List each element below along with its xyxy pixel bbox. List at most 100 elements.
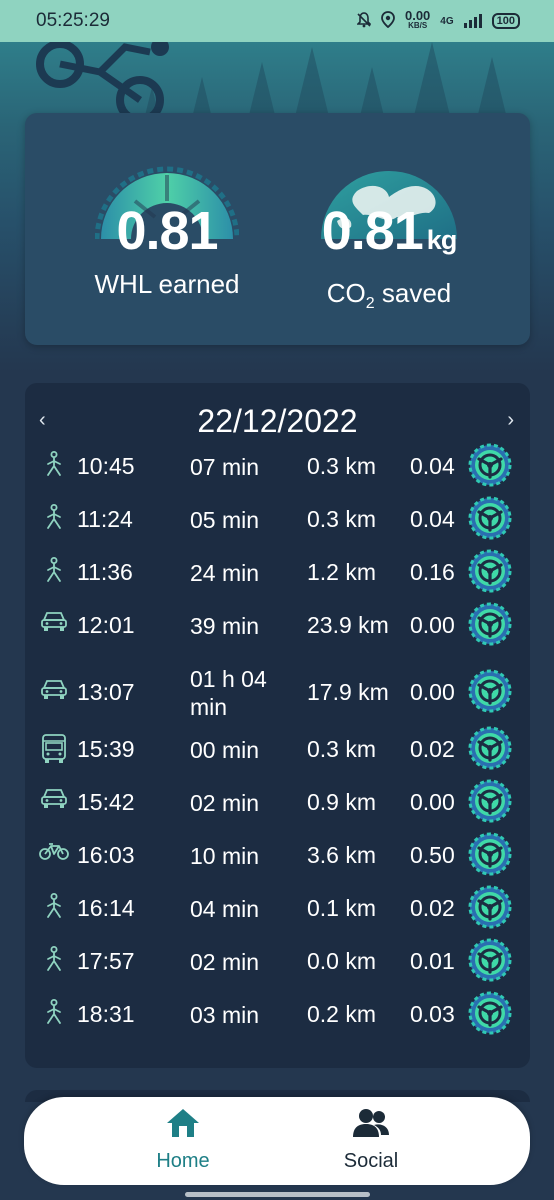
wheel-token-icon bbox=[468, 549, 512, 599]
users-icon bbox=[353, 1109, 389, 1137]
trip-distance: 3.6 km bbox=[307, 842, 377, 868]
trip-reward: 0.03 bbox=[410, 1001, 455, 1027]
co2-label-subscript: 2 bbox=[365, 295, 375, 313]
stats-card: 0.81 WHL earned 0.81 kg CO2 saved bbox=[25, 113, 530, 345]
walk-mode-icon bbox=[39, 451, 69, 483]
trip-distance: 0.1 km bbox=[307, 895, 377, 921]
walk-mode-icon bbox=[39, 504, 69, 536]
trip-reward: 0.01 bbox=[410, 948, 455, 974]
whl-earned-value: 0.81 bbox=[116, 201, 218, 261]
network-speed: 0.00 KB/S bbox=[404, 8, 431, 31]
co2-saved-unit: kg bbox=[426, 225, 457, 255]
trip-duration: 02 min bbox=[190, 949, 260, 975]
status-icons: 0.00 KB/S 4G 100 bbox=[356, 8, 520, 31]
wheel-token-icon bbox=[468, 991, 512, 1041]
wheel-token-icon bbox=[468, 602, 512, 652]
car-mode-icon bbox=[39, 610, 69, 638]
location-icon bbox=[381, 11, 395, 31]
trip-distance: 0.3 km bbox=[307, 453, 377, 479]
trip-distance: 0.2 km bbox=[307, 1001, 377, 1027]
network-speed-unit: KB/S bbox=[408, 21, 428, 30]
trip-time: 11:36 bbox=[77, 559, 133, 585]
nav-home-label: Home bbox=[156, 1150, 210, 1172]
trip-reward: 0.02 bbox=[410, 736, 455, 762]
trip-reward: 0.00 bbox=[410, 679, 455, 705]
trip-duration: 10 min bbox=[190, 843, 260, 869]
whl-earned-label: WHL earned bbox=[94, 269, 240, 299]
car-mode-icon bbox=[39, 787, 69, 815]
co2-saved-value: 0.81 kg bbox=[279, 201, 499, 270]
wheel-token-icon bbox=[468, 885, 512, 935]
bike-mode-icon bbox=[39, 840, 69, 867]
nav-home[interactable]: Home bbox=[108, 1107, 258, 1173]
wheel-token-icon bbox=[468, 726, 512, 776]
trip-time: 15:42 bbox=[77, 789, 135, 815]
wheel-token-icon bbox=[468, 938, 512, 988]
home-icon bbox=[167, 1109, 199, 1137]
trip-reward: 0.00 bbox=[410, 789, 455, 815]
wheel-token-icon bbox=[468, 669, 512, 719]
co2-saved-stat: 0.81 kg CO2 saved bbox=[279, 153, 499, 313]
trip-time: 10:45 bbox=[77, 453, 135, 479]
trip-time: 16:14 bbox=[77, 895, 135, 921]
trip-time: 13:07 bbox=[77, 679, 135, 705]
trip-distance: 1.2 km bbox=[307, 559, 377, 585]
trip-reward: 0.04 bbox=[410, 506, 455, 532]
cyclist-illustration bbox=[36, 42, 169, 122]
trip-reward: 0.02 bbox=[410, 895, 455, 921]
co2-saved-number: 0.81 bbox=[321, 201, 424, 261]
trip-time: 15:39 bbox=[77, 736, 135, 762]
trip-duration: 01 h 04 min bbox=[190, 666, 267, 720]
bell-muted-icon bbox=[356, 11, 372, 31]
trip-duration: 24 min bbox=[190, 560, 260, 586]
signal-icon bbox=[463, 14, 482, 28]
trip-reward: 0.50 bbox=[410, 842, 455, 868]
status-time: 05:25:29 bbox=[36, 10, 110, 31]
wheel-token-icon bbox=[468, 496, 512, 546]
date-selector: ‹ 22/12/2022 › bbox=[25, 401, 530, 445]
trip-distance: 0.0 km bbox=[307, 948, 377, 974]
trip-duration: 02 min bbox=[190, 790, 260, 816]
home-indicator bbox=[185, 1192, 370, 1197]
date-label: 22/12/2022 bbox=[197, 403, 358, 439]
trip-time: 18:31 bbox=[77, 1001, 135, 1027]
wheel-token-icon bbox=[468, 832, 512, 882]
whl-earned-stat: 0.81 WHL earned bbox=[57, 153, 277, 300]
trip-duration: 07 min bbox=[190, 454, 260, 480]
trip-reward: 0.04 bbox=[410, 453, 455, 479]
trip-time: 11:24 bbox=[77, 506, 133, 532]
co2-label-main: CO bbox=[326, 278, 366, 308]
status-bar: 05:25:29 0.00 KB/S 4G 100 bbox=[0, 0, 554, 42]
next-day-button[interactable]: › bbox=[507, 409, 514, 432]
co2-saved-label: CO2 saved bbox=[279, 278, 499, 313]
trip-duration: 05 min bbox=[190, 507, 260, 533]
trip-reward: 0.16 bbox=[410, 559, 455, 585]
nav-social[interactable]: Social bbox=[296, 1107, 446, 1173]
network-type: 4G bbox=[440, 15, 454, 27]
trip-distance: 0.3 km bbox=[307, 506, 377, 532]
trip-duration: 04 min bbox=[190, 896, 260, 922]
network-speed-value: 0.00 bbox=[404, 8, 431, 23]
wheel-token-icon bbox=[468, 779, 512, 829]
trip-duration: 03 min bbox=[190, 1002, 260, 1028]
trip-reward: 0.00 bbox=[410, 612, 455, 638]
bottom-navigation: Home Social bbox=[24, 1097, 530, 1185]
walk-mode-icon bbox=[39, 946, 69, 978]
trips-card: ‹ 22/12/2022 › 10:45 07 min 0.3 km 0.04 11:2… bbox=[25, 383, 530, 1068]
trip-time: 12:01 bbox=[77, 612, 135, 638]
trip-distance: 0.9 km bbox=[307, 789, 377, 815]
bus-mode-icon bbox=[39, 734, 69, 770]
trip-distance: 23.9 km bbox=[307, 612, 389, 638]
co2-label-rest: saved bbox=[374, 278, 452, 308]
trip-distance: 17.9 km bbox=[307, 679, 389, 705]
trip-duration: 00 min bbox=[190, 737, 260, 763]
walk-mode-icon bbox=[39, 999, 69, 1031]
walk-mode-icon bbox=[39, 893, 69, 925]
trip-duration: 39 min bbox=[190, 613, 260, 639]
trip-time: 16:03 bbox=[77, 842, 135, 868]
trip-time: 17:57 bbox=[77, 948, 135, 974]
walk-mode-icon bbox=[39, 557, 69, 589]
car-mode-icon bbox=[39, 678, 69, 706]
wheel-token-icon bbox=[468, 443, 512, 493]
trip-distance: 0.3 km bbox=[307, 736, 377, 762]
